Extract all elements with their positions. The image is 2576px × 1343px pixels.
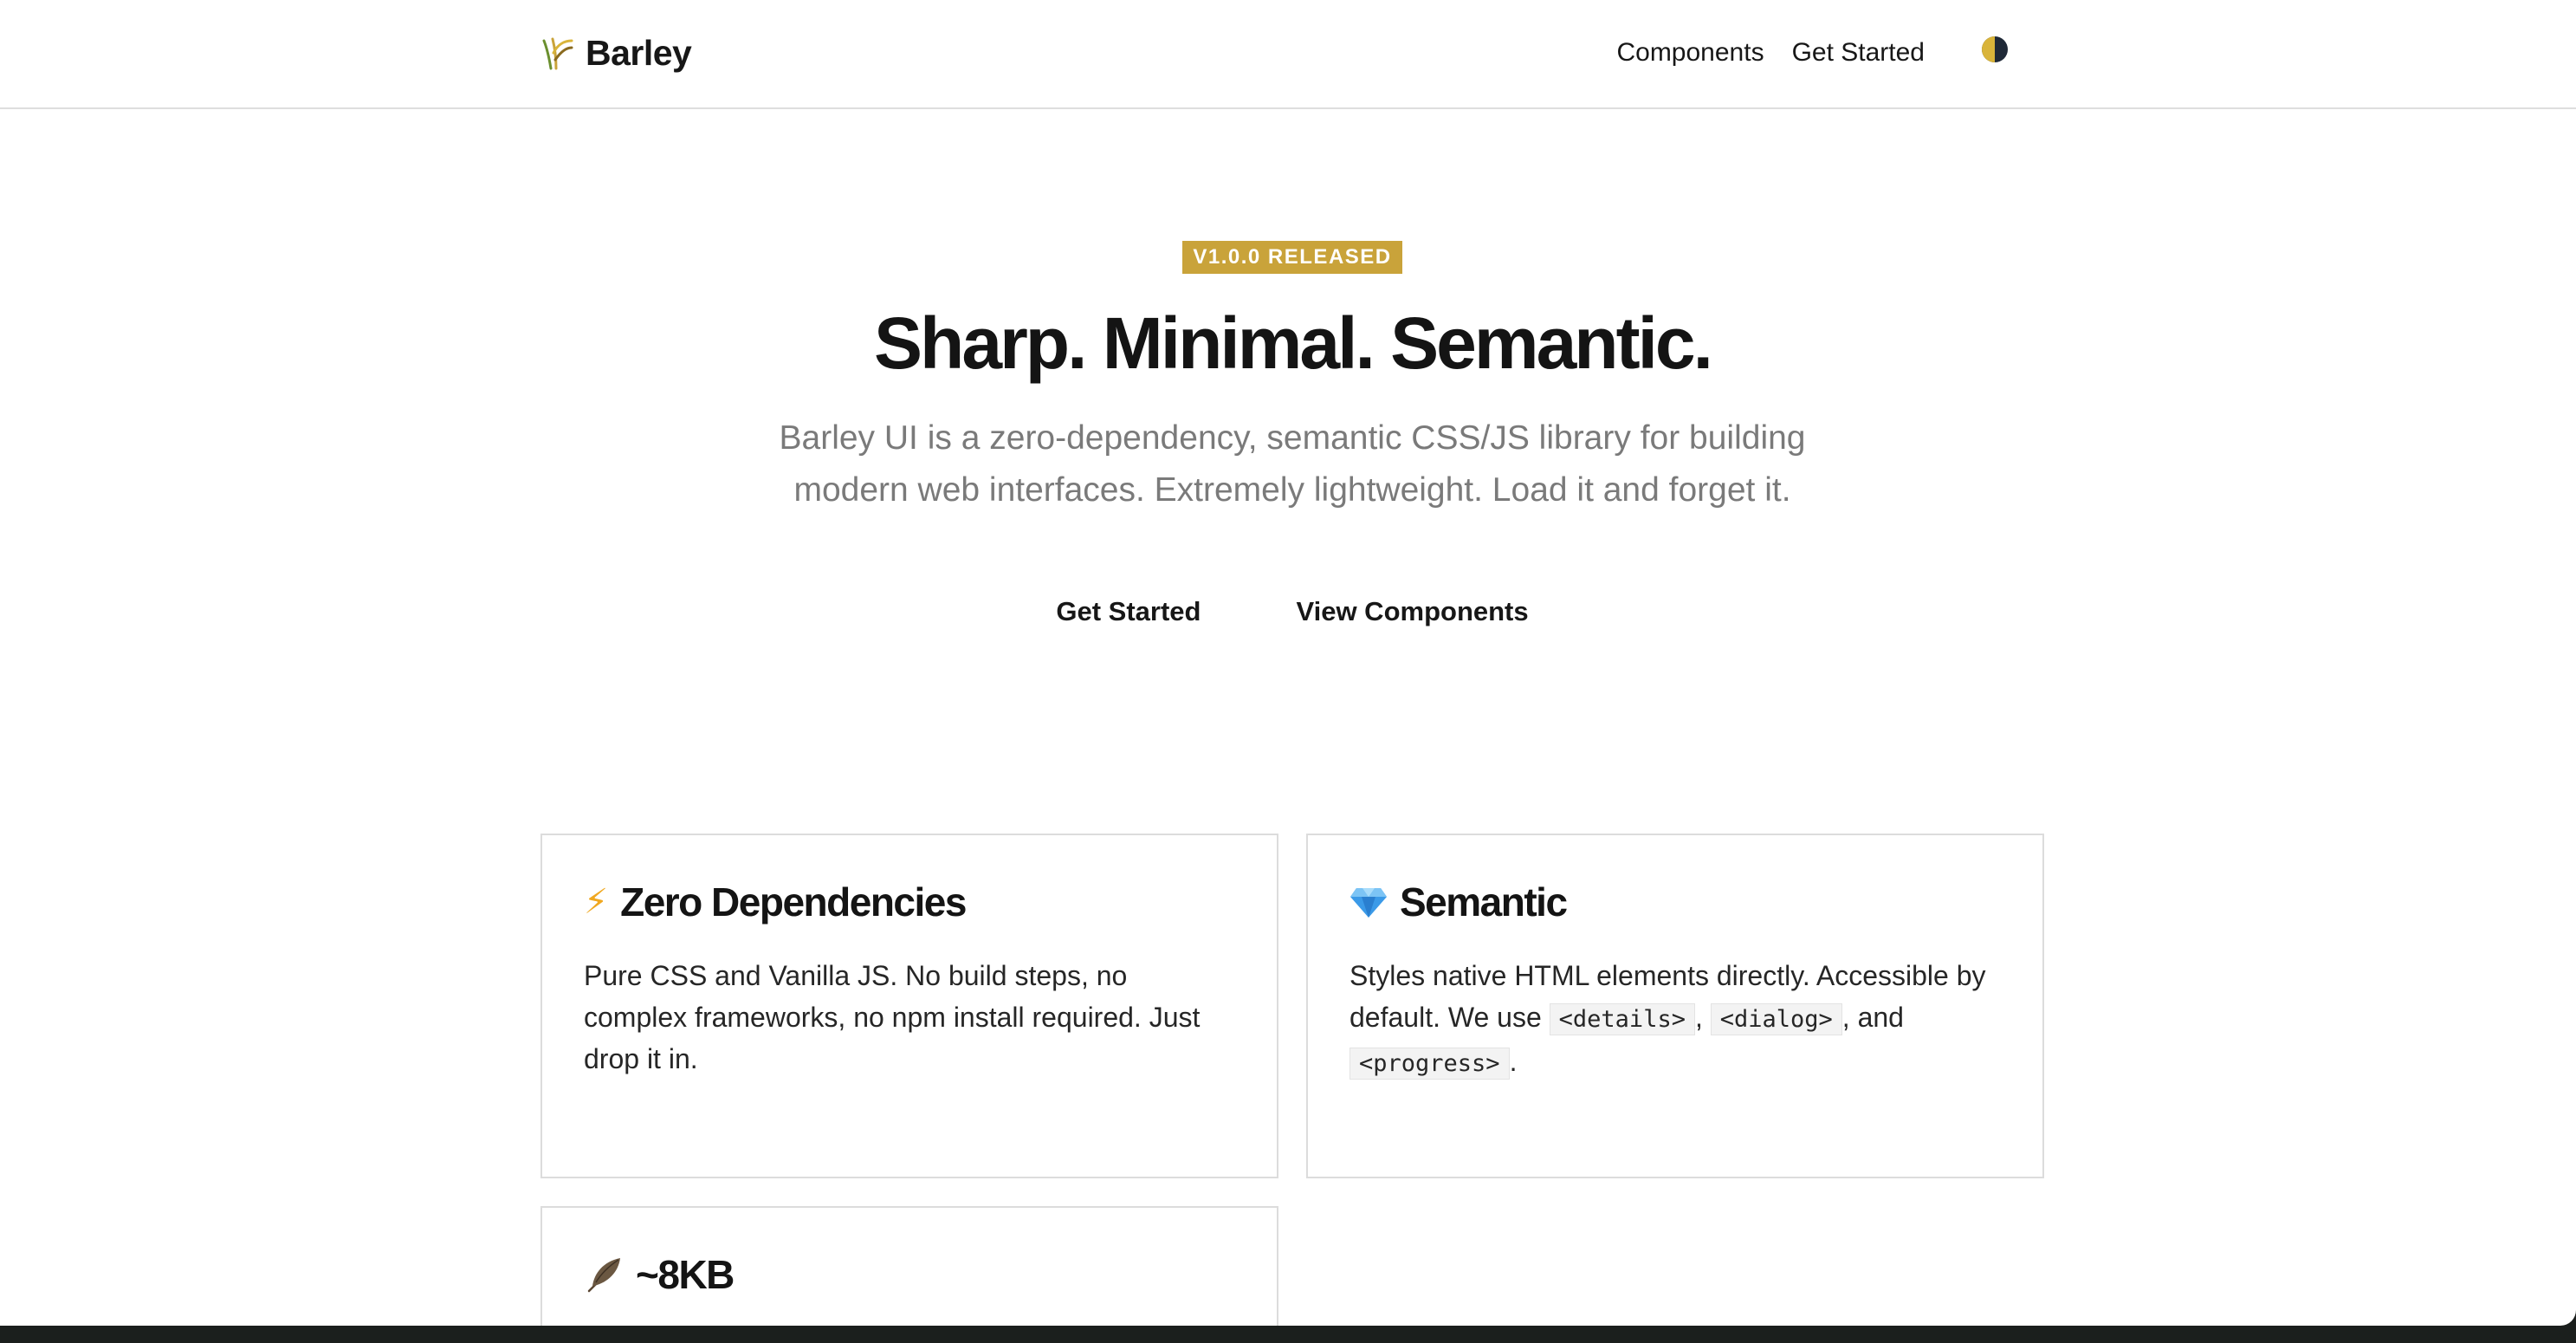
lightning-icon: ⚡ [584,883,609,921]
hero-actions: Get Started View Components [0,596,2576,627]
separator-text: , [1694,1002,1711,1033]
feature-card-zero-dependencies: ⚡ Zero Dependencies Pure CSS and Vanilla… [540,834,1278,1178]
feature-title-text: ~8KB [636,1252,735,1297]
feature-card-size: ~8KB [540,1206,1278,1326]
feature-card-title: Semantic [1349,879,2001,925]
separator-text: , and [1841,1002,1904,1033]
feature-card-title: ⚡ Zero Dependencies [584,879,1235,925]
nav-link-components[interactable]: Components [1616,38,1764,68]
feather-icon [587,1258,620,1293]
brand-logo-link[interactable]: Barley [539,26,692,80]
half-moon-icon [1982,36,1995,62]
site-header: Barley Components Get Started [0,0,2576,109]
gem-icon [1350,888,1387,918]
feature-card-body: Pure CSS and Vanilla JS. No build steps,… [584,960,1201,1074]
barley-icon [542,37,573,70]
nav-link-get-started[interactable]: Get Started [1792,38,1925,68]
body-text-end: . [1509,1046,1518,1077]
theme-toggle-button[interactable] [1982,36,2008,62]
code-details: <details> [1549,1003,1695,1035]
page: Barley Components Get Started V1.0.0 REL… [0,0,2576,1326]
code-dialog: <dialog> [1710,1003,1842,1035]
feature-card-body: Styles native HTML elements directly. Ac… [1349,955,2001,1085]
release-badge: V1.0.0 RELEASED [1182,241,1402,274]
feature-title-text: Zero Dependencies [620,879,967,925]
feature-title-text: Semantic [1400,879,1568,925]
feature-card-semantic: Semantic Styles native HTML elements dir… [1306,834,2044,1178]
code-progress: <progress> [1349,1048,1510,1080]
get-started-button[interactable]: Get Started [1056,596,1201,627]
main-nav: Components Get Started [1616,26,1925,80]
view-components-button[interactable]: View Components [1296,596,1528,627]
feature-card-title: ~8KB [584,1251,1235,1298]
hero-subtitle: Barley UI is a zero-dependency, semantic… [779,419,1806,509]
brand-name: Barley [586,32,692,73]
hero-title: Sharp. Minimal. Semantic. [874,302,1713,384]
